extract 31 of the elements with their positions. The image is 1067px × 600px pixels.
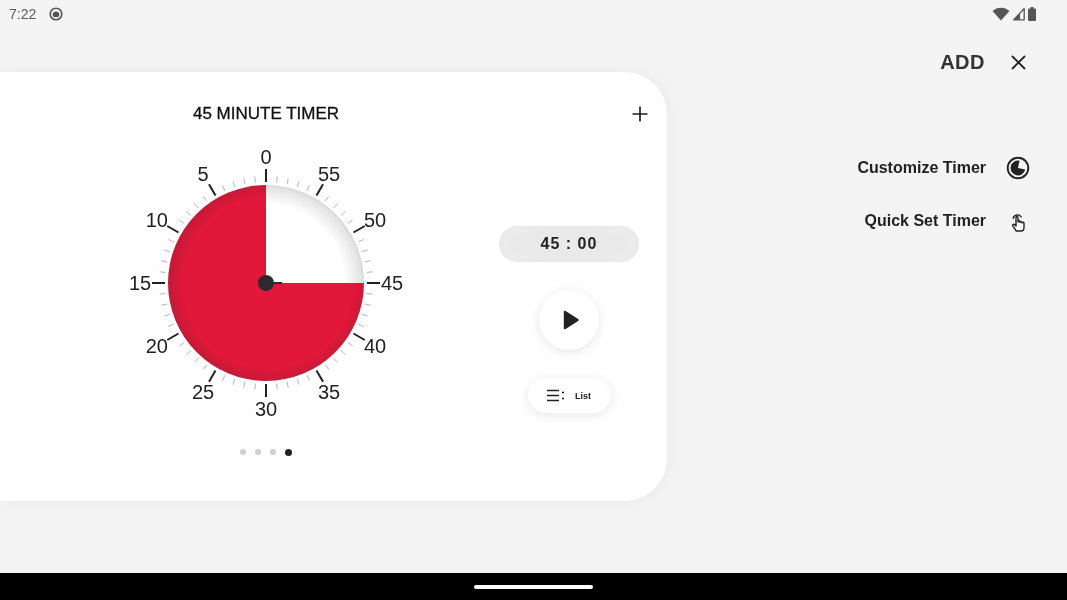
- dial-number: 20: [145, 335, 168, 357]
- time-display: 45 : 00: [499, 226, 639, 262]
- pie-timer-icon: [1006, 156, 1030, 180]
- dial-number: 35: [317, 381, 341, 404]
- wifi-icon: [992, 7, 1010, 21]
- status-time: 7:22: [9, 6, 37, 22]
- add-button[interactable]: [632, 106, 648, 122]
- signal-icon: [1013, 7, 1025, 21]
- plus-icon: [632, 106, 648, 122]
- close-icon: [1010, 54, 1026, 70]
- timer-title: 45 MINUTE TIMER: [192, 104, 340, 124]
- dial-number: 40: [364, 335, 387, 357]
- dial-number: 25: [191, 381, 215, 404]
- dial-number: 0: [260, 146, 272, 168]
- add-button[interactable]: ADD: [940, 50, 985, 74]
- dial-hand[interactable]: [258, 275, 283, 291]
- dial-number: 30: [254, 398, 278, 420]
- dial-number: 45: [380, 272, 404, 294]
- menu-item[interactable]: Quick Set Timer: [864, 209, 1030, 233]
- battery-icon: [1028, 7, 1036, 21]
- play-icon: [563, 310, 579, 330]
- dial-number: 50: [364, 209, 387, 231]
- menu-item[interactable]: Customize Timer: [857, 156, 1030, 180]
- dial-number: 15: [128, 272, 152, 294]
- dial-number: 5: [197, 162, 209, 185]
- list-button[interactable]: List: [527, 378, 611, 413]
- dial-number: 55: [317, 162, 341, 185]
- circle-badge-icon: [49, 7, 64, 21]
- dial-number: 10: [145, 209, 168, 231]
- list-icon: [547, 389, 565, 402]
- home-handle[interactable]: [474, 584, 593, 589]
